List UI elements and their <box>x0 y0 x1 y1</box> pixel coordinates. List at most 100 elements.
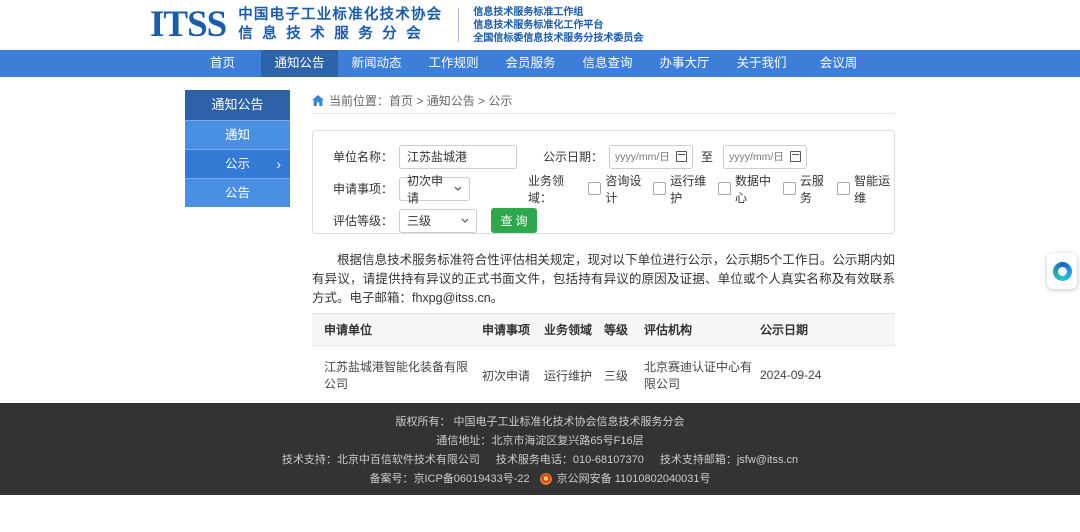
grade-label: 评估等级： <box>325 212 393 229</box>
date-placeholder: yyyy/mm/日 <box>729 149 784 164</box>
checkbox-label: 智能运维 <box>854 172 894 206</box>
date-placeholder: yyyy/mm/日 <box>615 149 670 164</box>
site-header: ITSS 中国电子工业标准化技术协会 信息技术服务分会 信息技术服务标准工作组 … <box>0 0 1080 50</box>
main-nav: 首页 通知公告 新闻动态 工作规则 会员服务 信息查询 办事大厅 关于我们 会议… <box>0 50 1080 77</box>
business-domain-group: 业务领域： 咨询设计 运行维护 数据中心 云服务 <box>528 172 894 206</box>
tagline-3: 全国信标委信息技术服务分技术委员会 <box>473 32 643 45</box>
header-taglines: 信息技术服务标准工作组 信息技术服务标准化工作平台 全国信标委信息技术服务分技术… <box>473 6 643 45</box>
tagline-1: 信息技术服务标准工作组 <box>473 6 643 19</box>
checkbox-icon[interactable] <box>837 182 850 195</box>
date-range-to-label: 至 <box>701 148 713 165</box>
nav-item-notices[interactable]: 通知公告 <box>261 50 338 77</box>
checkbox-label: 云服务 <box>800 172 829 206</box>
nav-item-conference-week[interactable]: 会议周 <box>800 50 877 77</box>
sidebar-item-notice[interactable]: 通知 <box>185 120 290 149</box>
footer-support-line: 技术支持：北京中百信软件技术有限公司 技术服务电话：010-68107370 技… <box>274 454 806 466</box>
sidebar-item-label: 公告 <box>225 186 250 200</box>
nav-item-work-rules[interactable]: 工作规则 <box>415 50 492 77</box>
checkbox-icon[interactable] <box>783 182 796 195</box>
chevron-down-icon <box>454 186 462 191</box>
unit-name-input[interactable]: 江苏盐城港 <box>399 145 517 169</box>
table-header-apply-item: 申请事项 <box>482 314 544 346</box>
breadcrumb: 当前位置： 首页 > 通知公告 > 公示 <box>312 85 895 110</box>
table-header-row: 申请单位 申请事项 业务领域 等级 评估机构 公示日期 <box>312 314 895 346</box>
main-content: 当前位置： 首页 > 通知公告 > 公示 单位名称： 江苏盐城港 公示日期： y… <box>312 85 895 440</box>
unit-name-label: 单位名称： <box>325 148 393 165</box>
sidebar-item-label: 通知 <box>225 128 250 142</box>
checkbox-cloud-service[interactable]: 云服务 <box>783 172 829 206</box>
sidebar-item-publicity[interactable]: 公示 › <box>185 149 290 178</box>
footer-police[interactable]: 京公网安备 11010802040031号 <box>557 473 711 485</box>
publicity-notice-text: 根据信息技术服务标准符合性评估相关规定，现对以下单位进行公示，公示期5个工作日。… <box>312 251 895 308</box>
nav-item-home[interactable]: 首页 <box>184 50 261 77</box>
header-divider <box>458 8 459 42</box>
sidebar-item-announcement[interactable]: 公告 <box>185 178 290 207</box>
sidebar-item-label: 公示 <box>225 157 250 171</box>
nav-item-news[interactable]: 新闻动态 <box>338 50 415 77</box>
nav-item-about-us[interactable]: 关于我们 <box>723 50 800 77</box>
apply-item-select[interactable]: 初次申请 <box>399 177 470 201</box>
breadcrumb-label: 当前位置： <box>329 92 389 109</box>
checkbox-data-center[interactable]: 数据中心 <box>718 172 775 206</box>
checkbox-consulting-design[interactable]: 咨询设计 <box>588 172 645 206</box>
publicity-date-end-input[interactable]: yyyy/mm/日 <box>723 145 807 169</box>
home-icon <box>312 95 324 106</box>
publicity-table: 申请单位 申请事项 业务领域 等级 评估机构 公示日期 江苏盐城港智能化装备有限… <box>312 313 895 405</box>
nav-item-info-query[interactable]: 信息查询 <box>569 50 646 77</box>
itss-logo: ITSS <box>150 4 226 46</box>
checkbox-icon[interactable] <box>718 182 731 195</box>
checkbox-icon[interactable] <box>588 182 601 195</box>
checkbox-label: 咨询设计 <box>605 172 645 206</box>
footer-beian-line: 备案号：京ICP备06019433号-22 京公网安备 110108020400… <box>369 473 710 485</box>
query-button[interactable]: 查询 <box>491 208 537 233</box>
search-form: 单位名称： 江苏盐城港 公示日期： yyyy/mm/日 至 yyyy/mm/日 … <box>312 130 895 234</box>
checkbox-icon[interactable] <box>653 182 666 195</box>
sidebar: 通知公告 通知 公示 › 公告 <box>185 90 290 207</box>
site-footer: 版权所有： 中国电子工业标准化技术协会信息技术服务分会 通信地址：北京市海淀区复… <box>0 403 1080 495</box>
checkbox-label: 数据中心 <box>735 172 775 206</box>
apply-item-value: 初次申请 <box>407 172 454 206</box>
org-name-line1: 中国电子工业标准化技术协会 <box>238 6 442 25</box>
calendar-icon[interactable] <box>790 151 801 162</box>
footer-support: 技术支持：北京中百信软件技术有限公司 <box>282 454 480 466</box>
table-header-grade: 等级 <box>604 314 644 346</box>
table-header-assessor: 评估机构 <box>644 314 760 346</box>
breadcrumb-path: 首页 > 通知公告 > 公示 <box>389 92 512 109</box>
chevron-right-icon: › <box>276 150 281 178</box>
table-header-unit: 申请单位 <box>312 314 482 346</box>
nav-item-service-hall[interactable]: 办事大厅 <box>646 50 723 77</box>
footer-email: 技术支持邮箱：jsfw@itss.cn <box>660 454 798 466</box>
checkbox-operation-maintenance[interactable]: 运行维护 <box>653 172 710 206</box>
chevron-down-icon <box>461 218 469 223</box>
tagline-2: 信息技术服务标准化工作平台 <box>473 19 643 32</box>
police-badge-icon <box>540 473 552 485</box>
footer-copyright: 版权所有： 中国电子工业标准化技术协会信息技术服务分会 <box>395 416 684 428</box>
publicity-date-start-input[interactable]: yyyy/mm/日 <box>609 145 693 169</box>
table-cell-domain: 运行维护 <box>544 346 604 405</box>
org-name: 中国电子工业标准化技术协会 信息技术服务分会 <box>238 6 442 44</box>
grade-select[interactable]: 三级 <box>399 209 477 233</box>
grade-value: 三级 <box>407 212 431 229</box>
table-row: 江苏盐城港智能化装备有限公司 初次申请 运行维护 三级 北京赛迪认证中心有限公司… <box>312 346 895 405</box>
footer-phone: 技术服务电话：010-68107370 <box>496 454 644 466</box>
footer-address: 通信地址：北京市海淀区复兴路65号F16层 <box>436 435 643 447</box>
publicity-date-label: 公示日期： <box>523 148 603 165</box>
nav-item-member-services[interactable]: 会员服务 <box>492 50 569 77</box>
checkbox-label: 运行维护 <box>670 172 710 206</box>
table-cell-date: 2024-09-24 <box>760 346 895 405</box>
table-cell-apply-item: 初次申请 <box>482 346 544 405</box>
sidebar-title: 通知公告 <box>185 90 290 120</box>
feedback-swirl-icon <box>1053 262 1072 281</box>
footer-icp[interactable]: 备案号：京ICP备06019433号-22 <box>369 473 529 485</box>
apply-item-label: 申请事项： <box>325 180 393 197</box>
table-cell-assessor: 北京赛迪认证中心有限公司 <box>644 346 760 405</box>
checkbox-intelligent-operation[interactable]: 智能运维 <box>837 172 894 206</box>
breadcrumb-divider <box>312 113 895 114</box>
table-header-date: 公示日期 <box>760 314 895 346</box>
business-domain-label: 业务领域： <box>528 172 580 206</box>
feedback-widget-button[interactable] <box>1047 253 1077 289</box>
calendar-icon[interactable] <box>676 151 687 162</box>
table-cell-unit: 江苏盐城港智能化装备有限公司 <box>312 346 482 405</box>
table-cell-grade: 三级 <box>604 346 644 405</box>
table-header-domain: 业务领域 <box>544 314 604 346</box>
